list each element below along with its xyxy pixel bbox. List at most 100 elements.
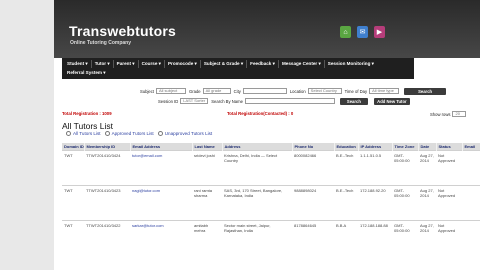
radio-icon[interactable] [104,131,110,137]
location-select[interactable]: Select Country [307,88,342,94]
cell-email[interactable]: sarkar@tutor.com [130,220,192,256]
col-domain-id[interactable]: Domain ID [62,143,85,151]
search-name-button[interactable]: Search [339,97,368,105]
cell-email-action[interactable] [462,220,480,256]
filter-panel: Subject All subject Grade All grade City… [140,86,480,106]
session-label: Session ID [158,98,179,104]
cell-phone: 9888898024 [292,185,334,221]
filter-row-2: Session ID LAST Sorter Search By Name Se… [158,96,480,106]
home-icon[interactable]: ⌂ [340,26,351,38]
cell-email[interactable]: nagi@tutor.com [130,185,192,221]
cell-education: B.B.A [334,220,358,256]
search-by-name-label: Search By Name [211,98,243,104]
header-icons: ⌂ ✉ ▶ [340,26,385,38]
filter-row-1: Subject All subject Grade All grade City… [140,86,480,96]
col-phone[interactable]: Phone No [292,143,335,151]
cell-date: Aug 27, 2014 [418,220,436,256]
session-select[interactable]: LAST Sorter [180,98,209,104]
nav-promocode[interactable]: Promocode ▾ [165,59,201,68]
nav-student[interactable]: Student ▾ [64,59,92,68]
cell-last-name: sridevi joshi [192,150,222,186]
nav-referral-system[interactable]: Referral System ▾ [64,69,109,77]
col-time-zone[interactable]: Time Zone [392,143,419,151]
cell-education: B.E.-Tech [334,150,358,186]
cell-domain: TWT [62,220,84,256]
location-label: Location [289,88,306,94]
brand-tagline: Online Tutoring Company [70,40,132,46]
nav-parent[interactable]: Parent ▾ [114,59,139,68]
cell-address: SAS, 3rd, 170 Street, Bangalore, Karnata… [222,185,292,221]
list-filter-radios: All Tutors List Approved Tutors List Una… [66,131,212,137]
radio-all-tutors[interactable]: All Tutors List [66,131,101,137]
total-registration: Total Registration : 1009 [62,111,112,116]
cell-timezone: GMT-05:00:00 [392,185,418,221]
grade-label: Grade [188,88,201,94]
search-by-name-input[interactable] [244,98,335,104]
nav-message-center[interactable]: Message Center ▾ [279,59,325,68]
cell-email[interactable]: tutor@email.com [130,150,192,186]
site-header: Transwebtutors Online Tutoring Company ⌂… [54,0,480,58]
cell-timezone: GMT-05:00:00 [392,220,418,256]
table-row[interactable]: TWT TTWT201410/3424 tutor@email.com srid… [62,150,480,186]
col-email[interactable]: Email [462,143,480,151]
cell-email-action[interactable] [462,150,480,186]
cell-membership: TTWT201410/3423 [84,185,130,221]
cell-education: B.E.-Tech [334,185,358,221]
radio-approved-tutors[interactable]: Approved Tutors List [104,131,154,137]
city-input[interactable] [242,88,287,94]
cell-email-action[interactable] [462,185,480,221]
tutors-table-wrapper: Domain ID Membership ID Email Address La… [62,143,480,270]
col-ip-address[interactable]: IP Address [358,143,393,151]
page: Transwebtutors Online Tutoring Company ⌂… [54,0,480,270]
cell-membership: TTWT201410/3422 [84,220,130,256]
time-label: Time of Day [344,88,368,94]
cell-status: Not Approved [436,150,462,186]
cell-phone: 8178864645 [292,220,334,256]
subject-select[interactable]: All subject [155,88,186,94]
grade-select[interactable]: All grade [202,88,231,94]
col-address[interactable]: Address [222,143,293,151]
col-membership-id[interactable]: Membership ID [84,143,131,151]
cell-phone: 8000082466 [292,150,334,186]
message-icon[interactable]: ✉ [357,26,368,38]
cell-domain: TWT [62,150,84,186]
nav-course[interactable]: Course ▾ [139,59,165,68]
nav-session-monitoring[interactable]: Session Monitoring ▾ [325,60,377,68]
cell-ip: 1.1.1.51.0.5 [358,150,392,186]
table-row[interactable]: TWT TTWT201410/3422 sarkar@tutor.com ami… [62,220,480,256]
cell-status: Not Approved [436,220,462,256]
cell-ip: 172.188.188.88 [358,220,392,256]
show-rows-label: Show rows [430,111,451,117]
col-status[interactable]: Status [436,143,463,151]
search-button[interactable]: Search [404,87,447,95]
nav-tutor[interactable]: Tutor ▾ [92,59,114,68]
tutors-table: Domain ID Membership ID Email Address La… [62,143,480,256]
radio-unapproved-tutors[interactable]: Unapproved Tutors List [157,131,212,137]
nav-subject-grade[interactable]: Subject & Grade ▾ [201,59,248,68]
cell-membership: TTWT201410/3424 [84,150,130,186]
col-date[interactable]: Date [418,143,437,151]
brand-logo[interactable]: Transwebtutors [69,23,176,39]
cell-ip: 172.188.92.20 [358,185,392,221]
cell-status: Not Approved [436,185,462,221]
col-email-address[interactable]: Email Address [130,143,193,151]
city-label: City [233,88,241,94]
table-row[interactable]: TWT TTWT201410/3423 nagi@tutor.com rani … [62,185,480,221]
play-icon[interactable]: ▶ [374,26,385,38]
show-rows-select[interactable]: 20 [452,111,467,117]
add-tutor-button[interactable]: Add New Tutor [373,97,410,105]
nav-feedback[interactable]: Feedback ▾ [247,59,279,68]
nav-row-2: Referral System ▾ [64,68,412,77]
registration-counts: Total Registration : 1009 Total Registra… [62,111,422,118]
radio-icon[interactable] [66,131,71,137]
subject-label: Subject [140,88,154,94]
radio-icon[interactable] [157,131,163,137]
page-title: All Tutors List [62,121,114,131]
table-header-row: Domain ID Membership ID Email Address La… [62,143,480,151]
time-select[interactable]: All time type [369,88,400,94]
col-last-name[interactable]: Last Name [192,143,223,151]
cell-address: Sector main street, Jaipur, Rajasthan, I… [222,220,292,256]
cell-last-name: amitabh mehra [192,220,222,256]
main-nav: Student ▾ Tutor ▾ Parent ▾ Course ▾ Prom… [62,58,414,79]
col-education[interactable]: Education [334,143,359,151]
